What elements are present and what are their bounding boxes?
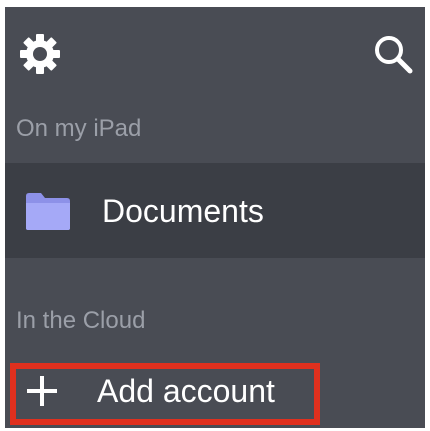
search-icon <box>371 32 415 81</box>
plus-icon <box>25 374 59 408</box>
section-header-in-the-cloud: In the Cloud <box>16 307 146 334</box>
add-account-label: Add account <box>97 373 275 409</box>
settings-button[interactable] <box>18 32 62 81</box>
search-button[interactable] <box>371 34 415 78</box>
gear-icon <box>18 32 62 81</box>
toolbar <box>5 7 425 107</box>
section-header-on-my-ipad: On my iPad <box>16 115 142 142</box>
sidebar-item-documents[interactable]: Documents <box>5 163 425 258</box>
folder-icon <box>24 190 72 232</box>
sidebar-item-label: Documents <box>102 193 264 229</box>
add-account-button[interactable]: Add account <box>10 360 320 420</box>
